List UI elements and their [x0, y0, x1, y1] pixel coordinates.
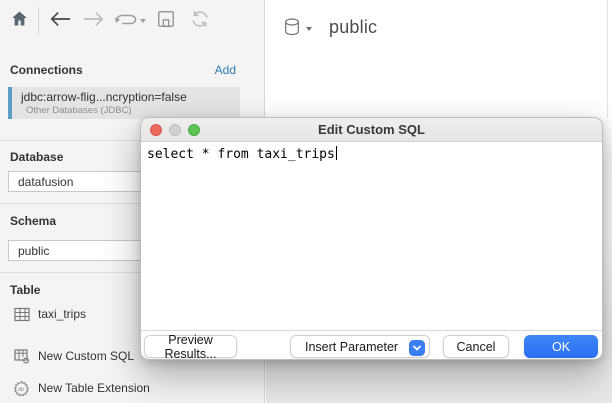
dialog-titlebar[interactable]: Edit Custom SQL	[141, 118, 602, 142]
table-grid-icon	[14, 306, 30, 322]
schema-label: Schema	[10, 214, 56, 228]
table-extension-icon: db	[14, 380, 30, 396]
toolbar-separator	[38, 7, 39, 35]
table-item-taxi-trips[interactable]: taxi_trips	[14, 306, 86, 322]
new-custom-sql[interactable]: New Custom SQL	[14, 348, 134, 364]
back-arrow-icon	[49, 10, 71, 33]
text-cursor	[336, 146, 337, 160]
redo-dropdown-caret-icon	[140, 19, 146, 23]
datasource-caret-icon	[306, 27, 312, 31]
save-button[interactable]	[153, 8, 179, 34]
cancel-button[interactable]: Cancel	[443, 335, 509, 358]
redo-button[interactable]	[113, 8, 147, 34]
datasource-header: public	[283, 17, 377, 38]
forward-arrow-icon	[83, 10, 105, 33]
sql-editor[interactable]: select * from taxi_trips	[141, 143, 602, 332]
connections-header: Connections	[10, 63, 83, 77]
dialog-title: Edit Custom SQL	[141, 122, 602, 137]
new-table-extension-label: New Table Extension	[38, 381, 150, 395]
preview-results-button[interactable]: Preview Results...	[144, 335, 237, 358]
chevron-down-icon	[412, 344, 422, 352]
pane-edge	[607, 0, 608, 118]
toolbar	[0, 0, 265, 42]
refresh-button[interactable]	[187, 8, 213, 34]
connection-type: Other Databases (JDBC)	[26, 105, 240, 116]
database-select-value: datafusion	[18, 175, 73, 189]
custom-sql-icon	[14, 348, 30, 364]
table-item-label: taxi_trips	[38, 307, 86, 321]
edit-custom-sql-dialog: Edit Custom SQL select * from taxi_trips…	[140, 117, 603, 360]
back-button[interactable]	[47, 8, 73, 34]
datasource-title: public	[329, 17, 377, 38]
refresh-icon	[190, 9, 210, 34]
insert-parameter-dropdown[interactable]	[409, 340, 425, 356]
save-icon	[157, 10, 175, 33]
new-custom-sql-label: New Custom SQL	[38, 349, 134, 363]
database-cylinder-icon[interactable]	[283, 17, 312, 38]
home-button[interactable]	[6, 8, 32, 34]
add-connection-link[interactable]: Add	[215, 63, 236, 77]
ok-button[interactable]: OK	[524, 335, 598, 358]
dialog-button-bar: Preview Results... Insert Parameter Canc…	[141, 330, 602, 359]
table-label: Table	[10, 283, 40, 297]
connection-name: jdbc:arrow-flig...ncryption=false	[21, 90, 240, 104]
schema-select-value: public	[18, 244, 49, 258]
insert-parameter-button[interactable]: Insert Parameter	[290, 335, 430, 358]
forward-button[interactable]	[81, 8, 107, 34]
svg-text:db: db	[18, 387, 24, 393]
home-icon	[10, 9, 29, 33]
sql-text: select * from taxi_trips	[147, 147, 335, 162]
redo-icon	[114, 11, 138, 32]
database-label: Database	[10, 150, 63, 164]
insert-parameter-label: Insert Parameter	[305, 340, 398, 354]
new-table-extension[interactable]: db New Table Extension	[14, 380, 150, 396]
connection-item[interactable]: jdbc:arrow-flig...ncryption=false Other …	[8, 87, 240, 119]
